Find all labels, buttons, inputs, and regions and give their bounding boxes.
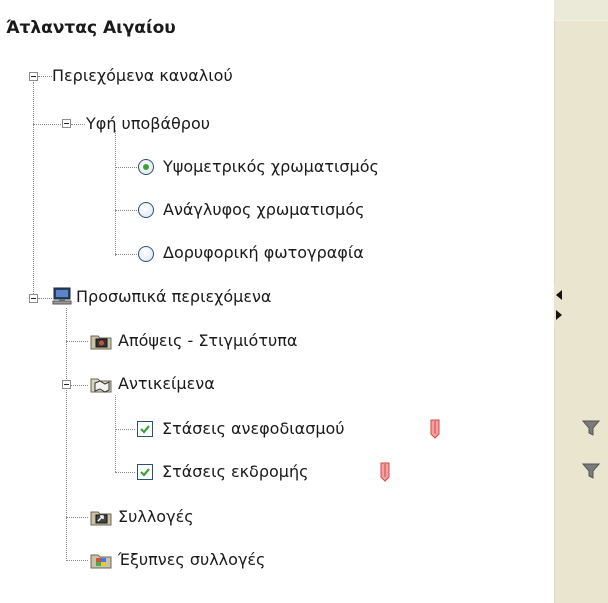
tree-item-smart-collections[interactable]: Έξυπνες συλλογές	[118, 550, 265, 570]
tree-connector	[38, 76, 52, 77]
tree-item-background-texture[interactable]: Υφή υποβάθρου	[86, 114, 210, 134]
tree-connector	[38, 298, 52, 299]
checkbox-refuel-stops[interactable]	[137, 421, 153, 437]
tree-connector	[115, 130, 116, 256]
tree-item-objects[interactable]: Αντικείμενα	[118, 374, 215, 394]
tree-connector	[66, 517, 88, 518]
tree-connector	[71, 124, 85, 125]
checkbox-excursion-stops[interactable]	[137, 464, 153, 480]
snapshot-folder-icon	[90, 332, 112, 354]
radio-elevation-coloring[interactable]	[138, 159, 154, 175]
collapse-toggle-background-texture[interactable]	[62, 119, 71, 128]
radio-satellite-photo[interactable]	[138, 246, 154, 262]
collapse-toggle-personal-contents[interactable]	[29, 294, 38, 303]
option-satellite-photo[interactable]: Δορυφορική φωτογραφία	[163, 243, 364, 263]
computer-icon	[52, 287, 72, 309]
red-marker-icon	[380, 462, 390, 486]
tree-connector	[66, 308, 67, 561]
objects-folder-icon	[90, 375, 112, 397]
panel-title: Άτλαντας Αιγαίου	[6, 18, 176, 38]
tree-connector	[115, 210, 137, 211]
tree-item-collections[interactable]: Συλλογές	[118, 507, 194, 527]
collapse-toggle-objects[interactable]	[62, 380, 71, 389]
tree-connector	[33, 124, 61, 125]
tree-connector	[115, 429, 135, 430]
tree-connector	[71, 385, 88, 386]
tree-item-excursion-stops[interactable]: Στάσεις εκδρομής	[162, 462, 309, 482]
tree-connector	[115, 167, 137, 168]
option-elevation-coloring[interactable]: Υψομετρικός χρωματισμός	[163, 157, 379, 177]
tree-connector	[115, 472, 135, 473]
panel-splitter-handle[interactable]	[554, 285, 564, 327]
collections-folder-icon	[90, 508, 112, 530]
tree-item-personal-contents[interactable]: Προσωπικά περιεχόμενα	[76, 287, 271, 307]
tree-item-channel-contents[interactable]: Περιεχόμενα καναλιού	[52, 66, 233, 86]
radio-relief-coloring[interactable]	[138, 202, 154, 218]
collapse-toggle-channel-contents[interactable]	[29, 72, 38, 81]
tree-connector	[66, 341, 88, 342]
filter-icon[interactable]	[581, 462, 601, 484]
tree-connector	[33, 82, 34, 300]
option-relief-coloring[interactable]: Ανάγλυφος χρωματισμός	[163, 200, 365, 220]
tree-connector	[66, 560, 88, 561]
smart-collections-folder-icon	[90, 551, 112, 573]
filter-icon[interactable]	[581, 419, 601, 441]
tree-connector	[115, 395, 116, 472]
red-marker-icon	[430, 419, 440, 443]
tree-item-views-snapshots[interactable]: Απόψεις - Στιγμιότυπα	[118, 331, 297, 351]
layers-tree-panel: Άτλαντας Αιγαίου Περιεχόμενα καναλιού Υφ…	[0, 0, 554, 602]
tree-item-refuel-stops[interactable]: Στάσεις ανεφοδιασμού	[162, 419, 345, 439]
tree-connector	[115, 254, 137, 255]
